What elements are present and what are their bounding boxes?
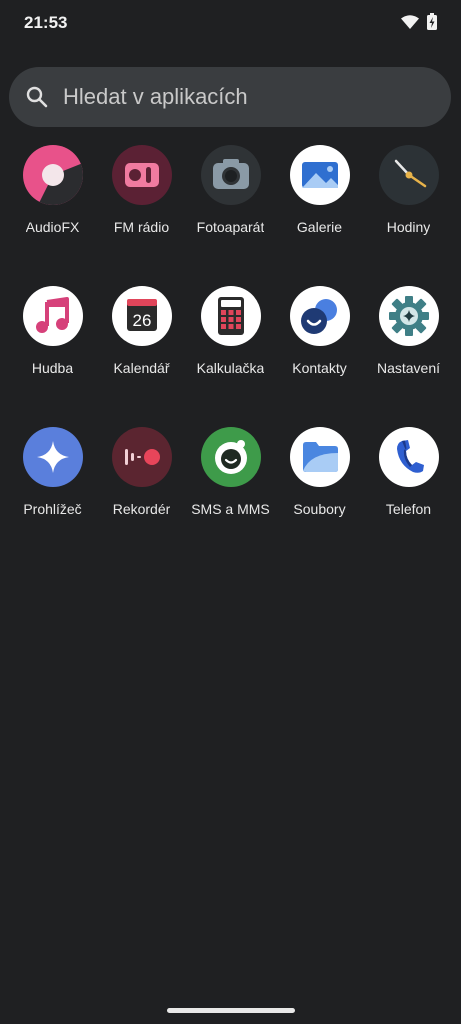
status-time: 21:53 — [24, 13, 68, 32]
navigation-gesture-handle[interactable] — [167, 1008, 295, 1013]
app-music[interactable]: Hudba — [8, 286, 97, 407]
app-label: Soubory — [293, 501, 346, 517]
app-label: FM rádio — [113, 219, 170, 235]
phone-icon — [378, 427, 439, 487]
app-calculator[interactable]: Kalkulačka — [186, 286, 275, 407]
battery-icon — [427, 13, 437, 35]
app-label: Rekordér — [112, 501, 171, 517]
app-messaging[interactable]: SMS a MMS — [186, 427, 275, 548]
settings-gear-icon — [378, 286, 439, 346]
app-label: Fotoaparát — [196, 219, 265, 235]
gallery-icon — [289, 145, 350, 205]
browser-icon — [22, 427, 83, 487]
music-icon — [22, 286, 83, 346]
fm-radio-icon — [111, 145, 172, 205]
calendar-icon: 26 — [111, 286, 172, 346]
app-label: Hodiny — [386, 219, 431, 235]
app-label: Kontakty — [292, 360, 347, 376]
search-icon — [25, 85, 49, 109]
app-contacts[interactable]: Kontakty — [275, 286, 364, 407]
wifi-icon — [401, 14, 419, 34]
status-bar: 21:53 — [0, 0, 461, 48]
app-label: Kalendář — [113, 360, 170, 376]
app-audiofx[interactable]: AudioFX — [8, 145, 97, 266]
calendar-day-number: 26 — [132, 311, 151, 330]
contacts-icon — [289, 286, 350, 346]
app-label: Hudba — [31, 360, 74, 376]
app-calendar[interactable]: 26 Kalendář — [97, 286, 186, 407]
app-browser[interactable]: Prohlížeč — [8, 427, 97, 548]
app-grid: AudioFX FM rádio Fotoaparát Galerie Hodi… — [8, 145, 453, 548]
app-label: SMS a MMS — [191, 501, 270, 517]
app-label: Kalkulačka — [196, 360, 265, 376]
app-files[interactable]: Soubory — [275, 427, 364, 548]
calculator-icon — [200, 286, 261, 346]
app-phone[interactable]: Telefon — [364, 427, 453, 548]
app-label: Telefon — [385, 501, 432, 517]
clock-icon — [378, 145, 439, 205]
app-label: Nastavení — [376, 360, 441, 376]
app-clock[interactable]: Hodiny — [364, 145, 453, 266]
app-gallery[interactable]: Galerie — [275, 145, 364, 266]
app-fm-radio[interactable]: FM rádio — [97, 145, 186, 266]
app-search-bar[interactable] — [9, 67, 451, 127]
camera-icon — [200, 145, 261, 205]
app-settings[interactable]: Nastavení — [364, 286, 453, 407]
app-label: Prohlížeč — [23, 501, 82, 517]
files-folder-icon — [289, 427, 350, 487]
app-camera[interactable]: Fotoaparát — [186, 145, 275, 266]
status-icons — [401, 13, 437, 35]
recorder-icon — [111, 427, 172, 487]
app-recorder[interactable]: Rekordér — [97, 427, 186, 548]
app-label: Galerie — [296, 219, 343, 235]
search-input[interactable] — [61, 83, 451, 111]
audiofx-icon — [22, 145, 83, 205]
messaging-icon — [200, 427, 261, 487]
app-label: AudioFX — [25, 219, 80, 235]
